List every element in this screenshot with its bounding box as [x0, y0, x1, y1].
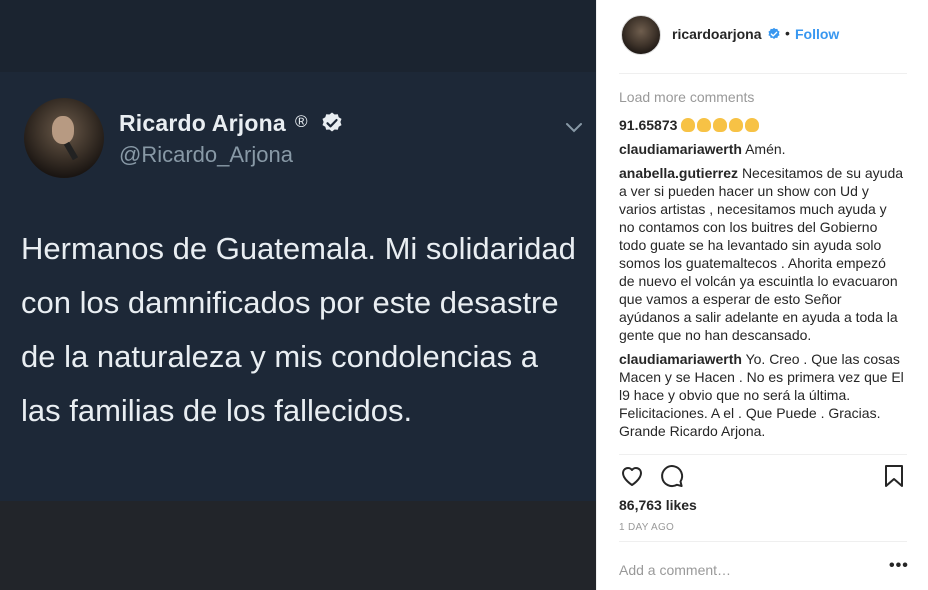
divider: [619, 454, 907, 455]
add-comment-input[interactable]: [619, 560, 859, 580]
likes-count[interactable]: 86,763 likes: [619, 497, 697, 513]
media-top-band: [0, 0, 596, 72]
registered-mark: ®: [295, 112, 308, 131]
tweet-avatar: [24, 98, 104, 178]
like-heart-icon[interactable]: [619, 463, 645, 489]
divider: [619, 73, 907, 74]
tweet-author-name: Ricardo Arjona: [119, 110, 286, 136]
profile-avatar[interactable]: [621, 15, 661, 55]
comment-text: Amén.: [745, 141, 786, 157]
comment-username[interactable]: 91.65873: [619, 117, 677, 133]
post-header: ricardoarjona • Follow: [597, 0, 928, 72]
verified-badge-icon: [768, 27, 780, 39]
load-more-comments-link[interactable]: Load more comments: [619, 88, 905, 106]
clapping-emoji-group: [681, 117, 761, 133]
tweet-verified-icon: [322, 112, 342, 132]
comment-item: anabella.gutierrez Necesitamos de su ayu…: [619, 164, 905, 344]
post-media[interactable]: Ricardo Arjona ® @Ricardo_Arjona Hermano…: [0, 0, 596, 590]
media-bottom-band: [0, 501, 596, 590]
tweet-text: Hermanos de Guatemala. Mi solidaridad co…: [21, 231, 576, 428]
avatar-microphone: [63, 141, 79, 161]
comments-list[interactable]: Load more comments 91.65873 claudiamaria…: [619, 88, 905, 454]
clap-emoji-icon: [729, 118, 744, 132]
chevron-down-icon: [566, 123, 582, 133]
comment-item: 91.65873: [619, 116, 905, 134]
comment-text: Necesitamos de su ayuda a ver si pueden …: [619, 165, 904, 343]
clap-emoji-icon: [713, 118, 728, 132]
profile-username[interactable]: ricardoarjona: [672, 26, 761, 42]
clap-emoji-icon: [745, 118, 760, 132]
follow-button[interactable]: Follow: [795, 26, 839, 42]
comment-bubble-icon[interactable]: [659, 463, 685, 489]
bookmark-save-icon[interactable]: [881, 463, 907, 489]
comment-username[interactable]: claudiamariawerth: [619, 141, 742, 157]
divider: [619, 541, 907, 542]
avatar-face: [52, 116, 74, 144]
clap-emoji-icon: [697, 118, 712, 132]
comment-username[interactable]: anabella.gutierrez: [619, 165, 738, 181]
comment-item: claudiamariawerth Amén.: [619, 140, 905, 158]
post-timestamp: 1 DAY AGO: [619, 522, 675, 533]
tweet-handle: @Ricardo_Arjona: [119, 142, 293, 167]
clap-emoji-icon: [681, 118, 696, 132]
more-options-icon[interactable]: •••: [889, 557, 909, 575]
comment-item: claudiamariawerth Yo. Creo . Que las cos…: [619, 350, 905, 440]
comment-username[interactable]: claudiamariawerth: [619, 351, 742, 367]
header-separator-dot: •: [785, 25, 790, 41]
